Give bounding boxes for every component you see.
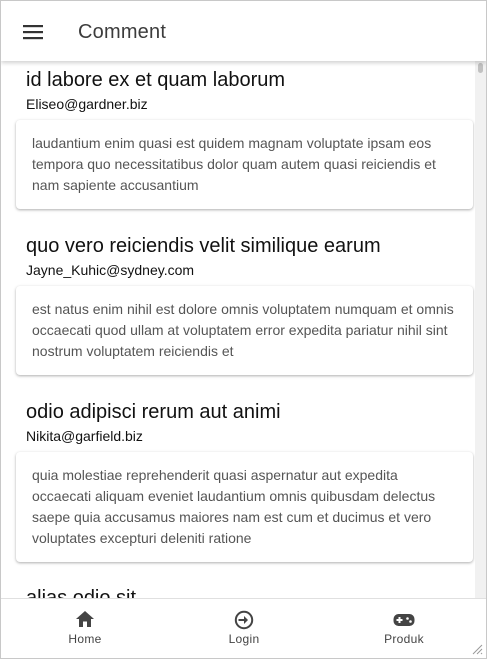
comment-body-card: laudantium enim quasi est quidem magnam …: [16, 120, 473, 209]
comment-name: odio adipisci rerum aut animi: [26, 401, 281, 423]
comment-body-card: quia molestiae reprehenderit quasi asper…: [16, 452, 473, 562]
comment-name: id labore ex et quam laborum: [26, 69, 286, 91]
comment-email: Jayne_Kuhic@sydney.com: [26, 262, 195, 278]
nav-produk-label: Produk: [384, 632, 424, 646]
comment-email: Nikita@garfield.biz: [26, 428, 143, 444]
nav-produk[interactable]: Produk: [323, 599, 485, 658]
nav-home-label: Home: [68, 632, 102, 646]
app-bar: Comment: [1, 1, 486, 61]
app-window: Comment id labore ex et quam laborum Eli…: [0, 0, 487, 659]
comment-name: alias odio sit: [26, 587, 137, 598]
scrollbar[interactable]: [475, 61, 486, 598]
nav-login-label: Login: [228, 632, 260, 646]
comment-body-card: est natus enim nihil est dolore omnis vo…: [16, 286, 473, 375]
scrollbar-thumb[interactable]: [478, 63, 483, 73]
comment-email: Eliseo@gardner.biz: [26, 96, 148, 112]
comment-name: quo vero reiciendis velit similique earu…: [26, 235, 381, 257]
menu-button[interactable]: [15, 15, 51, 51]
gamepad-icon: [393, 614, 415, 626]
menu-icon: [23, 25, 43, 40]
resize-grip-icon[interactable]: [471, 643, 483, 655]
nav-home[interactable]: Home: [4, 599, 166, 658]
nav-login[interactable]: Login: [163, 599, 325, 658]
login-icon: [234, 610, 254, 630]
comment-list[interactable]: id labore ex et quam laborum Eliseo@gard…: [1, 61, 475, 598]
home-icon: [76, 611, 94, 627]
page-title: Comment: [78, 21, 167, 43]
bottom-navigation: Home Login Produk: [1, 598, 486, 658]
